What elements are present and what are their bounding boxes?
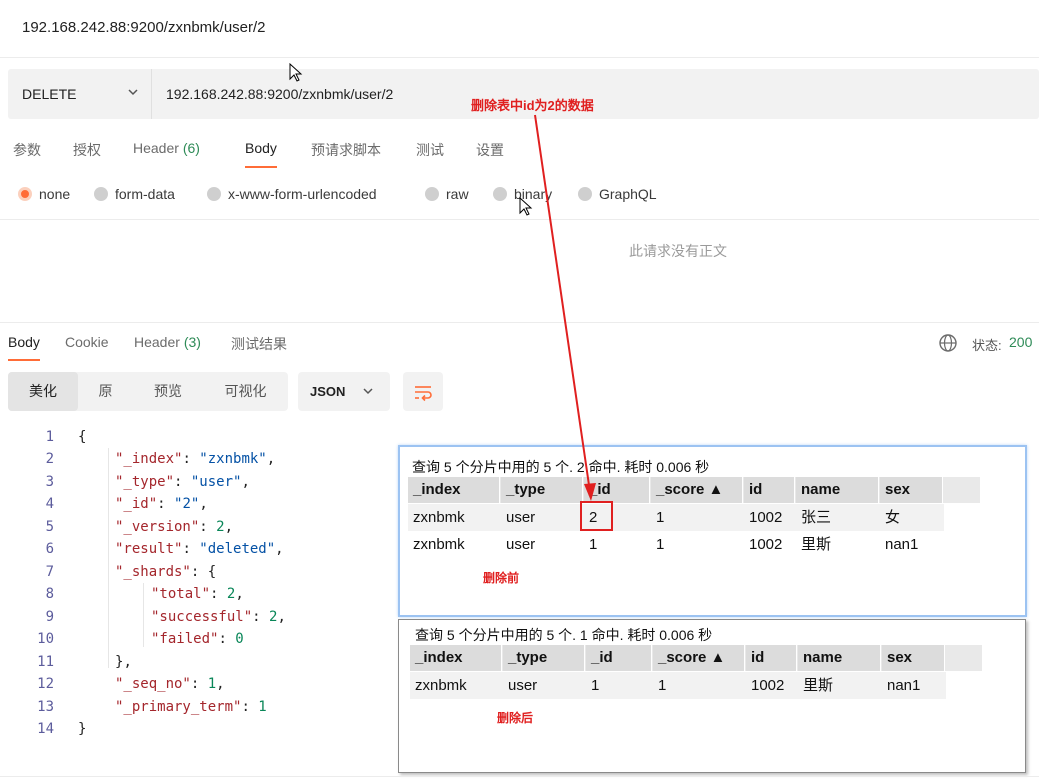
mouse-cursor-icon bbox=[519, 197, 533, 216]
annotation-arrow-icon bbox=[534, 114, 596, 501]
divider bbox=[0, 776, 1039, 777]
mouse-cursor-icon bbox=[289, 63, 303, 82]
